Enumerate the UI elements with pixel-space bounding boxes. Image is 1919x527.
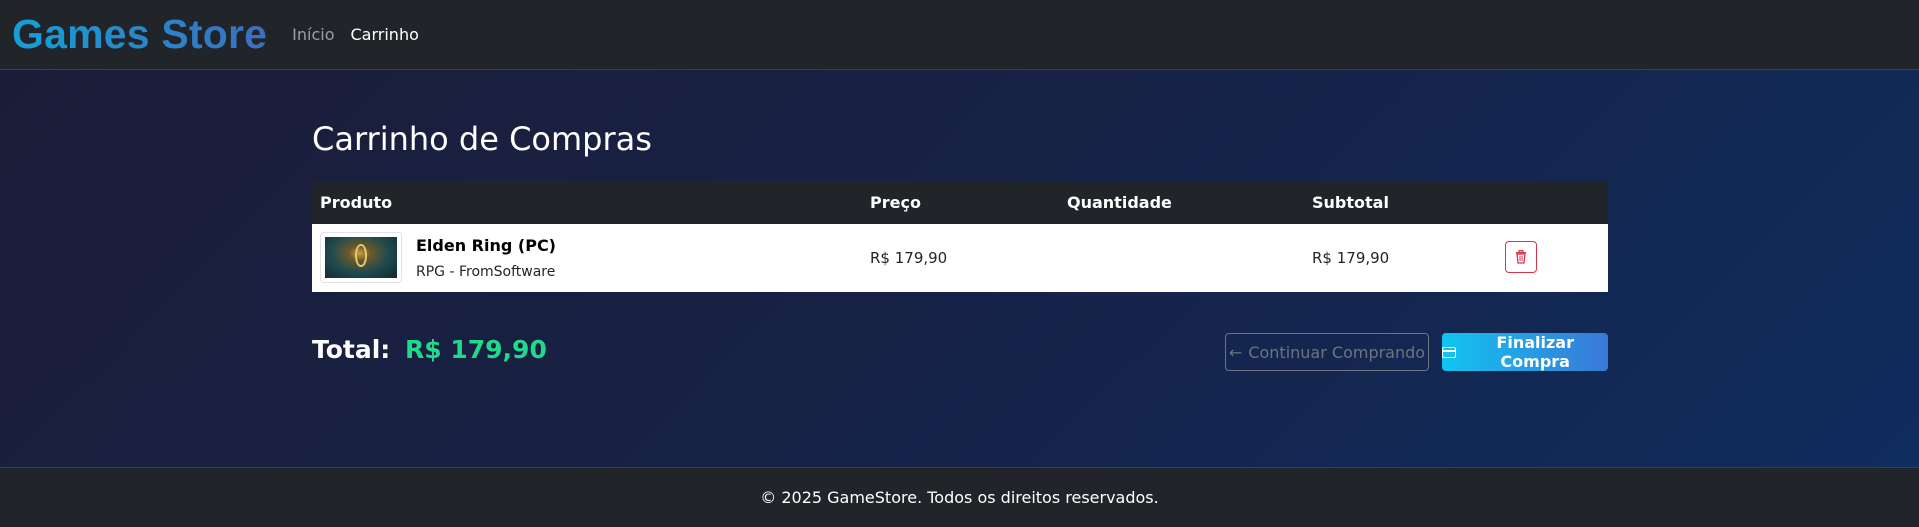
cart-total: Total: R$ 179,90 [312,335,547,364]
brand-logo[interactable]: Games Store [12,14,267,55]
total-amount: R$ 179,90 [405,335,547,364]
footer-copyright: © 2025 GameStore. Todos os direitos rese… [760,488,1159,507]
continue-shopping-button[interactable]: ← Continuar Comprando [1225,333,1429,371]
product-name: Elden Ring (PC) [416,236,556,255]
main-content: Carrinho de Compras Produto Preço Quanti… [0,70,1919,467]
checkout-label: Finalizar Compra [1496,333,1574,371]
column-header-produto: Produto [320,193,393,212]
checkout-button[interactable]: Finalizar Compra [1442,333,1608,371]
column-header-quantidade: Quantidade [1067,193,1172,212]
page-title: Carrinho de Compras [312,120,652,158]
column-header-preco: Preço [870,193,921,212]
product-subtotal: R$ 179,90 [1312,249,1390,267]
table-header: Produto Preço Quantidade Subtotal [312,181,1608,224]
arrow-left-icon: ← [1228,342,1243,362]
credit-card-icon [1442,346,1457,358]
trash-icon [1516,250,1526,264]
game-cover-thumbnail [320,232,402,283]
footer: © 2025 GameStore. Todos os direitos rese… [0,467,1919,527]
product-price: R$ 179,90 [870,249,948,267]
nav-link-carrinho[interactable]: Carrinho [351,25,419,44]
top-navbar: Games Store Início Carrinho [0,0,1919,70]
nav-link-inicio[interactable]: Início [292,25,334,44]
product-subtitle: RPG - FromSoftware [416,264,556,280]
cart-table: Produto Preço Quantidade Subtotal Elden … [312,181,1608,292]
continue-shopping-label: Continuar Comprando [1248,342,1426,362]
remove-item-button[interactable] [1505,241,1537,273]
column-header-subtotal: Subtotal [1312,193,1389,212]
total-label: Total: [312,335,391,364]
table-row: Elden Ring (PC) RPG - FromSoftware R$ 17… [312,224,1608,292]
